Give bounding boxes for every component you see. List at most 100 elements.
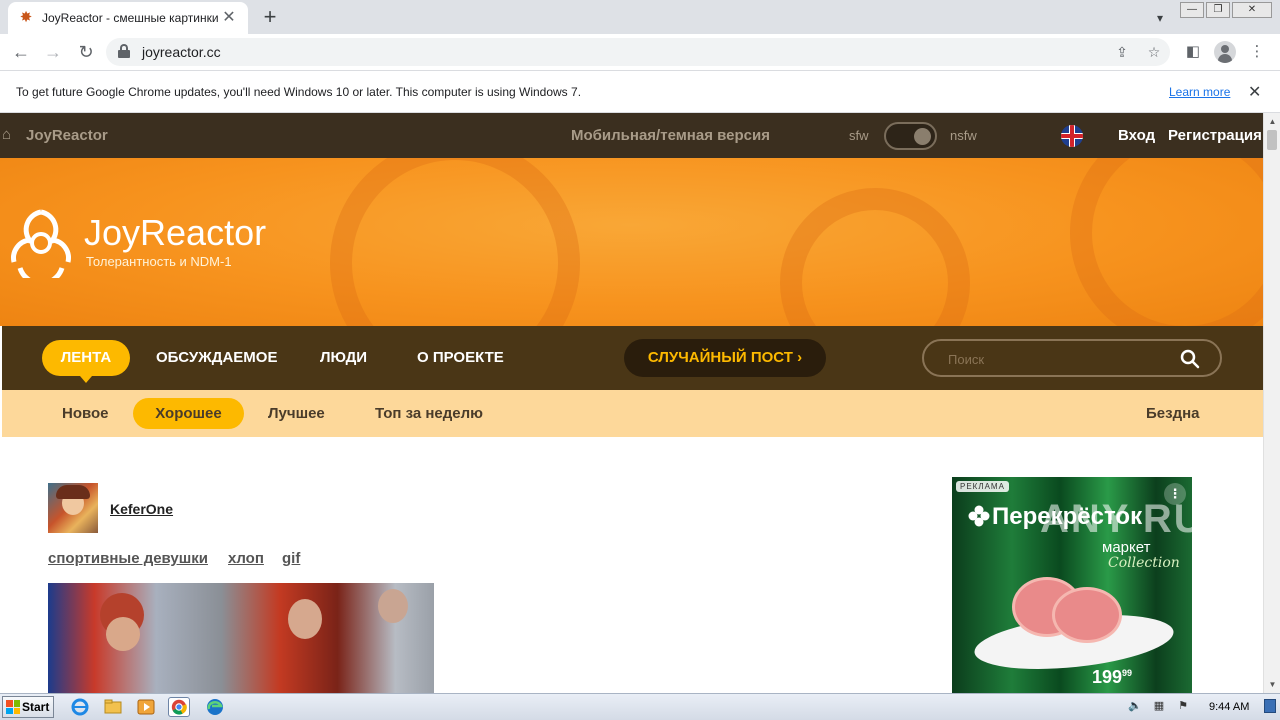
- banner-tagline: Толерантность и NDM-1: [86, 254, 232, 269]
- home-icon[interactable]: ⌂: [2, 126, 20, 144]
- minimize-button[interactable]: —: [1180, 2, 1204, 18]
- login-link[interactable]: Вход: [1118, 127, 1155, 144]
- post-tag[interactable]: хлоп: [228, 550, 264, 567]
- sfw-nsfw-toggle[interactable]: [884, 122, 937, 150]
- taskbar-clock[interactable]: 9:44 AM: [1209, 701, 1249, 713]
- profile-avatar-icon[interactable]: [1214, 41, 1236, 63]
- nav-about[interactable]: О ПРОЕКТЕ: [417, 349, 504, 366]
- scroll-down-icon[interactable]: ▼: [1264, 676, 1280, 693]
- system-tray: 🔈 ▦ ⚑ 9:44 AM: [1120, 696, 1280, 718]
- page-viewport: ⌂ JoyReactor Мобильная/темная версия sfw…: [0, 113, 1280, 693]
- reload-icon[interactable]: ↻: [74, 40, 98, 64]
- image-figure: [106, 617, 140, 651]
- ad-collection: Collection: [1108, 555, 1180, 571]
- tab-close-icon[interactable]: ✕: [220, 9, 238, 27]
- chrome-taskbar-icon[interactable]: [168, 697, 190, 717]
- file-explorer-icon[interactable]: [102, 697, 124, 717]
- banner-logo-text[interactable]: JoyReactor: [84, 212, 266, 254]
- internet-explorer-icon[interactable]: [69, 697, 91, 717]
- scroll-up-icon[interactable]: ▲: [1264, 113, 1280, 130]
- windows-logo-icon: [6, 700, 20, 714]
- browser-toolbar: ← → ↻ joyreactor.cc ⇪ ☆ ◧ ⋮: [0, 34, 1280, 71]
- anyrun-watermark: ANY RUN: [1040, 497, 1236, 541]
- subnav-abyss[interactable]: Бездна: [1146, 405, 1200, 422]
- media-player-icon[interactable]: [135, 697, 157, 717]
- random-post-button[interactable]: СЛУЧАЙНЫЙ ПОСТ ›: [624, 339, 826, 377]
- action-center-flag-icon[interactable]: ⚑: [1176, 699, 1190, 713]
- subnav-top-week[interactable]: Топ за неделю: [375, 405, 483, 422]
- joyreactor-logo-icon[interactable]: [6, 208, 76, 278]
- sub-nav: Новое Хорошее Лучшее Топ за неделю Бездн…: [2, 390, 1263, 437]
- site-top-bar: ⌂ JoyReactor Мобильная/темная версия sfw…: [0, 113, 1263, 158]
- ad-label: РЕКЛАМА: [956, 481, 1009, 492]
- ad-price-cents: 99: [1122, 668, 1133, 678]
- close-window-button[interactable]: ✕: [1232, 2, 1272, 18]
- search-icon[interactable]: [1180, 349, 1200, 369]
- site-banner: JoyReactor Толерантность и NDM-1: [0, 158, 1263, 326]
- start-label: Start: [22, 700, 50, 714]
- toggle-knob: [914, 128, 931, 145]
- content-area: KeferOne спортивные девушки хлоп gif РЕК…: [2, 437, 1263, 693]
- banner-decoration: [1070, 158, 1263, 326]
- site-brand-link[interactable]: JoyReactor: [26, 127, 108, 144]
- restore-button[interactable]: ❐: [1206, 2, 1230, 18]
- chrome-update-infobar: To get future Google Chrome updates, you…: [0, 72, 1280, 113]
- post-author-link[interactable]: KeferOne: [110, 501, 173, 517]
- chevron-right-icon: ›: [797, 349, 803, 366]
- ad-ham-slice: [1052, 587, 1122, 643]
- forward-arrow-icon[interactable]: →: [41, 40, 65, 64]
- start-button[interactable]: Start: [2, 696, 54, 718]
- subnav-good[interactable]: Хорошее: [133, 398, 244, 429]
- share-icon[interactable]: ⇪: [1112, 42, 1132, 62]
- page-scrollbar[interactable]: ▲ ▼: [1263, 113, 1280, 693]
- nav-discussed[interactable]: ОБСУЖДАЕМОЕ: [156, 349, 277, 366]
- chrome-menu-icon[interactable]: ⋮: [1245, 40, 1269, 64]
- search-input[interactable]: [948, 349, 1168, 369]
- main-nav: ЛЕНТА ОБСУЖДАЕМОЕ ЛЮДИ О ПРОЕКТЕ СЛУЧАЙН…: [2, 326, 1263, 390]
- subnav-new[interactable]: Новое: [62, 405, 109, 422]
- browser-tab-strip: ✸ JoyReactor - смешные картинки и ✕ + ▾ …: [0, 0, 1280, 34]
- post-tag[interactable]: спортивные девушки: [48, 550, 208, 567]
- register-link[interactable]: Регистрация: [1168, 127, 1262, 144]
- post-gif-image[interactable]: [48, 583, 434, 693]
- nav-feed[interactable]: ЛЕНТА: [42, 340, 130, 383]
- banner-decoration: [780, 188, 970, 326]
- mobile-version-link[interactable]: Мобильная/темная версия: [571, 127, 770, 144]
- joyreactor-favicon-icon: ✸: [19, 9, 33, 26]
- scroll-thumb[interactable]: [1267, 130, 1277, 150]
- post-author-avatar[interactable]: [48, 483, 98, 533]
- tab-search-chevron-icon[interactable]: ▾: [1150, 8, 1170, 28]
- back-arrow-icon[interactable]: ←: [9, 40, 33, 64]
- learn-more-link[interactable]: Learn more: [1169, 85, 1230, 99]
- infobar-message: To get future Google Chrome updates, you…: [16, 85, 582, 99]
- window-controls: — ❐ ✕: [1180, 2, 1272, 18]
- infobar-close-icon[interactable]: ✕: [1248, 82, 1261, 102]
- random-post-label: СЛУЧАЙНЫЙ ПОСТ: [647, 349, 793, 366]
- site-search[interactable]: [922, 339, 1222, 377]
- network-icon[interactable]: ▦: [1152, 699, 1166, 713]
- nsfw-label: nsfw: [950, 128, 977, 143]
- volume-icon[interactable]: 🔈: [1128, 699, 1142, 713]
- image-figure: [378, 589, 408, 623]
- address-bar[interactable]: joyreactor.cc ⇪ ☆: [106, 38, 1170, 66]
- ad-price-main: 199: [1092, 667, 1123, 687]
- bookmark-star-icon[interactable]: ☆: [1144, 42, 1164, 62]
- tab-title: JoyReactor - смешные картинки и: [42, 11, 220, 25]
- banner-decoration: [330, 158, 580, 326]
- edge-icon[interactable]: [204, 697, 226, 717]
- subnav-best[interactable]: Лучшее: [268, 405, 325, 422]
- uk-flag-icon[interactable]: [1061, 125, 1083, 147]
- new-tab-button[interactable]: +: [258, 6, 282, 30]
- browser-tab[interactable]: ✸ JoyReactor - смешные картинки и ✕: [8, 2, 248, 34]
- side-panel-icon[interactable]: ◧: [1181, 40, 1205, 64]
- image-figure: [288, 599, 322, 639]
- nav-people[interactable]: ЛЮДИ: [320, 349, 367, 366]
- lock-icon[interactable]: [118, 44, 130, 58]
- ad-price: 19999: [1092, 667, 1132, 688]
- post-tag[interactable]: gif: [282, 550, 300, 567]
- sfw-label: sfw: [849, 128, 869, 143]
- perekrestok-clover-icon: [968, 505, 990, 527]
- windows-taskbar: Start 🔈 ▦ ⚑ 9:44 AM: [0, 693, 1280, 720]
- show-desktop-icon[interactable]: [1264, 699, 1276, 713]
- url-text[interactable]: joyreactor.cc: [142, 44, 221, 60]
